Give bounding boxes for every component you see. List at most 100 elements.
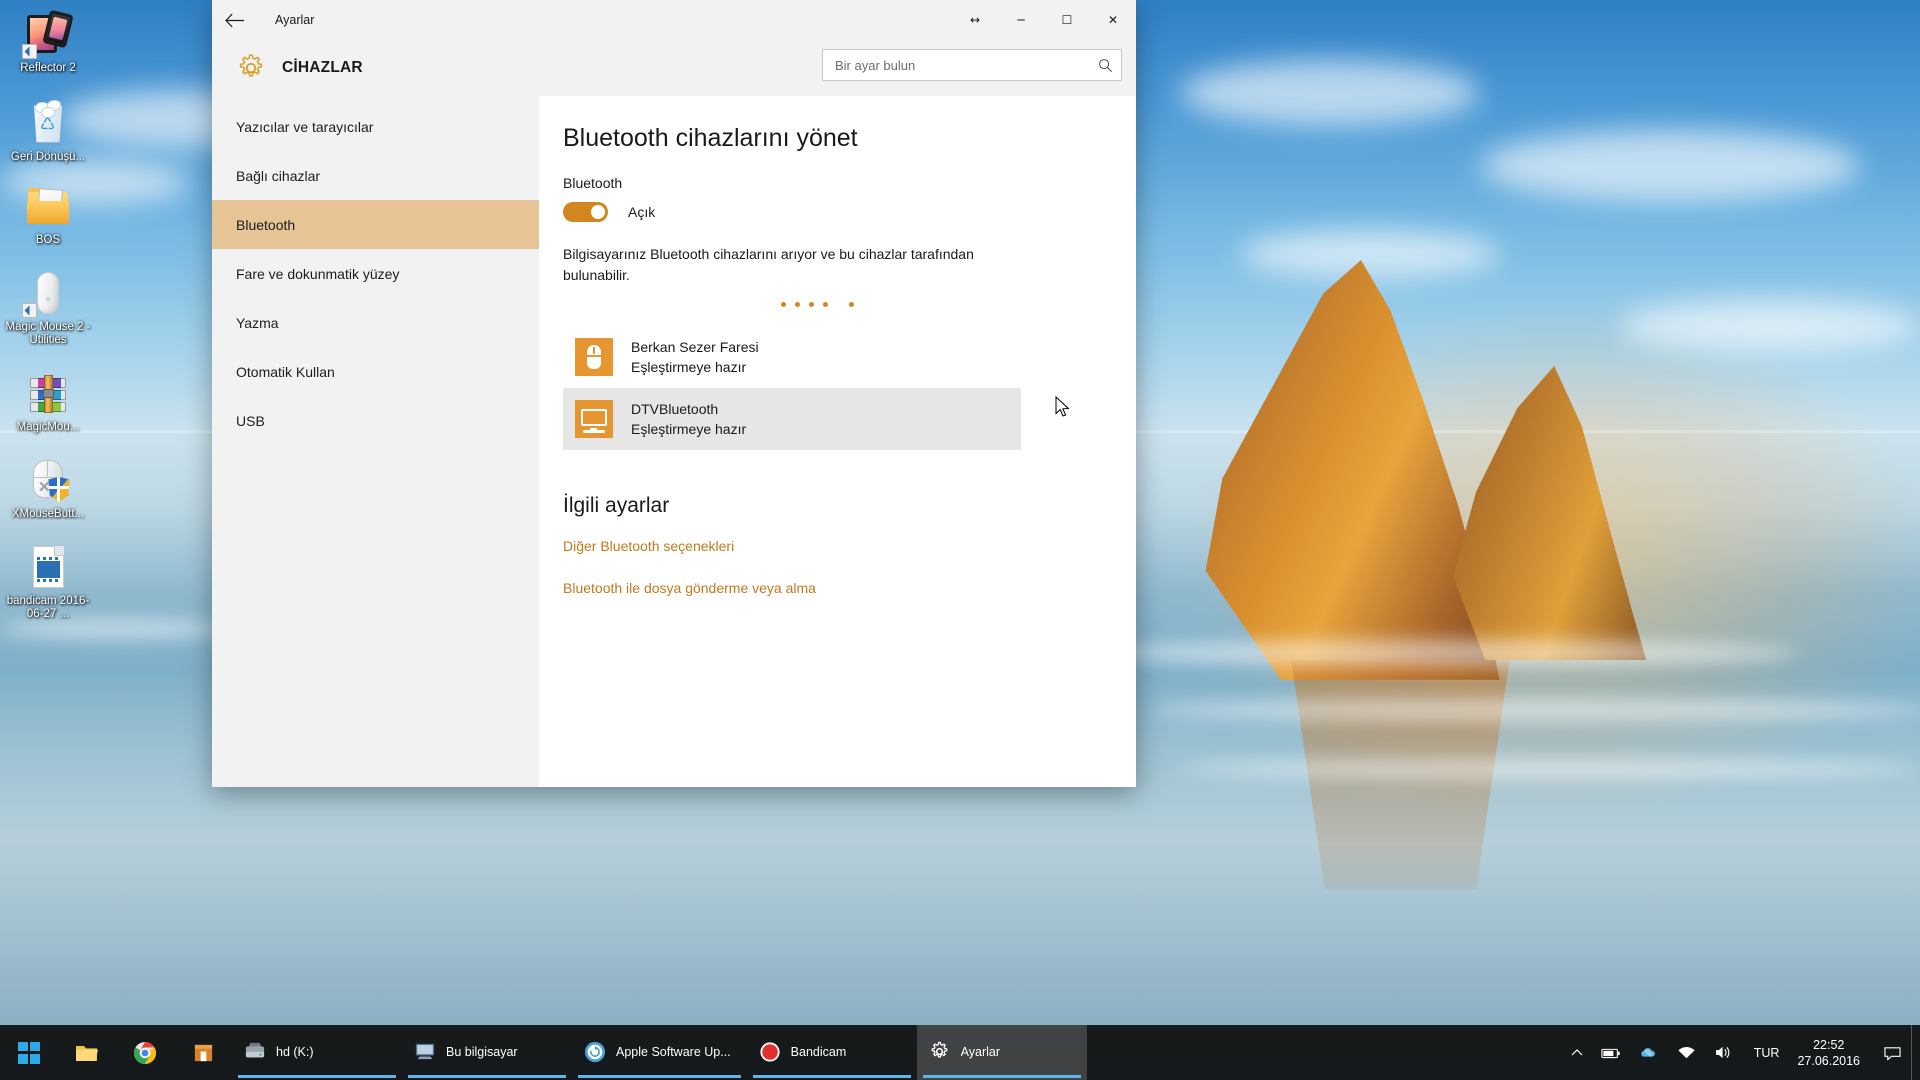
clock[interactable]: 22:52 27.06.2016	[1791, 1037, 1874, 1069]
search-input[interactable]	[823, 50, 1089, 80]
taskbar-task-settings[interactable]: Ayarlar	[916, 1025, 1087, 1080]
search-button[interactable]	[1089, 50, 1121, 80]
progress-dot	[809, 301, 814, 307]
cloud-decoration	[1480, 130, 1860, 202]
bluetooth-device-list: Berkan Sezer Faresi Eşleştirmeye hazır D…	[563, 326, 1021, 450]
file-explorer-icon	[76, 1045, 98, 1061]
bluetooth-description: Bilgisayarınız Bluetooth cihazlarını arı…	[563, 246, 974, 283]
device-text: DTVBluetooth Eşleştirmeye hazır	[631, 400, 746, 439]
sidebar-item-typing[interactable]: Yazma	[212, 298, 539, 347]
language-indicator[interactable]: TUR	[1742, 1046, 1792, 1060]
sidebar-item-bluetooth[interactable]: Bluetooth	[212, 200, 539, 249]
taskbar-task-apple-software-update[interactable]: Apple Software Up...	[572, 1025, 747, 1080]
sidebar-item-autoplay[interactable]: Otomatik Kullan	[212, 347, 539, 396]
desktop-icon-bandicam-recording[interactable]: bandicam 2016-06-27 ...	[0, 543, 96, 621]
sidebar-item-label: Bluetooth	[236, 216, 296, 233]
back-button[interactable]	[212, 0, 258, 40]
desktop-icon-reflector-2[interactable]: Reflector 2	[0, 9, 96, 75]
desktop-icon-magic-mouse-utilities[interactable]: Magic Mouse 2 - Utilities	[0, 269, 96, 347]
google-chrome-icon	[134, 1041, 156, 1064]
device-list-item[interactable]: DTVBluetooth Eşleştirmeye hazır	[563, 388, 1021, 450]
device-list-item[interactable]: Berkan Sezer Faresi Eşleştirmeye hazır	[563, 326, 1021, 388]
task-active-underline	[578, 1075, 741, 1078]
shortcut-arrow-icon	[22, 303, 37, 318]
device-text: Berkan Sezer Faresi Eşleştirmeye hazır	[631, 338, 759, 377]
settings-body: Yazıcılar ve tarayıcılar Bağlı cihazlar …	[212, 96, 1136, 787]
video-file-icon	[24, 543, 72, 591]
taskbar-task-label: Bu bilgisayar	[446, 1044, 518, 1059]
sidebar-item-label: Yazma	[236, 314, 279, 331]
onedrive-tray-icon-button[interactable]	[1630, 1025, 1668, 1080]
taskbar-google-chrome[interactable]	[116, 1025, 174, 1080]
store-icon	[194, 1044, 212, 1062]
volume-icon	[1715, 1046, 1730, 1059]
device-name: DTVBluetooth	[631, 400, 719, 417]
link-more-bluetooth-options[interactable]: Diğer Bluetooth seçenekleri	[563, 538, 1136, 554]
desktop-icon-xmousebutton[interactable]: ✕ XMouseButt...	[0, 456, 96, 521]
network-icon	[1678, 1046, 1695, 1058]
windows-logo-icon	[18, 1041, 40, 1064]
taskbar-task-hd-k[interactable]: hd (K:)	[232, 1025, 402, 1080]
desktop[interactable]: Reflector 2 ♺ Geri Dönüşü... BOS Magic M…	[0, 0, 1920, 1080]
device-status: Eşleştirmeye hazır	[631, 420, 747, 437]
caption-buttons: ↔ ─ ☐ ✕	[952, 0, 1136, 40]
chevron-up-icon	[1571, 1049, 1583, 1056]
sidebar-item-mouse-touchpad[interactable]: Fare ve dokunmatik yüzey	[212, 249, 539, 298]
show-hidden-icons-button[interactable]	[1562, 1025, 1592, 1080]
shortcut-arrow-icon	[22, 44, 37, 59]
start-button[interactable]	[0, 1025, 58, 1080]
sidebar-item-connected-devices[interactable]: Bağlı cihazlar	[212, 151, 539, 200]
minimize-button[interactable]: ─	[998, 0, 1044, 40]
taskbar-file-explorer[interactable]	[58, 1025, 116, 1080]
device-name: Berkan Sezer Faresi	[631, 338, 759, 355]
taskbar-task-bandicam[interactable]: Bandicam	[747, 1025, 917, 1080]
sidebar-item-usb[interactable]: USB	[212, 396, 539, 445]
settings-window[interactable]: Ayarlar ↔ ─ ☐ ✕ CİHAZLAR Bir ayar bulun …	[212, 0, 1136, 787]
desktop-icon-recycle-bin[interactable]: ♺ Geri Dönüşü...	[0, 99, 96, 164]
action-center-icon	[1884, 1046, 1901, 1061]
link-send-receive-files-bluetooth[interactable]: Bluetooth ile dosya gönderme veya alma	[563, 580, 1136, 596]
drive-icon	[244, 1041, 266, 1063]
volume-tray-icon-button[interactable]	[1705, 1025, 1742, 1080]
network-tray-icon-button[interactable]	[1668, 1025, 1705, 1080]
desktop-icon-grid: Reflector 2 ♺ Geri Dönüşü... BOS Magic M…	[0, 6, 96, 635]
battery-icon	[1601, 1048, 1620, 1058]
desktop-icon-bos[interactable]: BOS	[0, 182, 96, 247]
onedrive-icon	[1641, 1047, 1655, 1057]
cloud-decoration	[1240, 230, 1500, 278]
bluetooth-toggle[interactable]	[563, 202, 608, 222]
cloud-decoration	[1620, 300, 1920, 352]
desktop-icon-label: Reflector 2	[20, 62, 76, 74]
sidebar-item-label: Otomatik Kullan	[236, 363, 335, 380]
gear-icon	[239, 54, 263, 77]
show-desktop-button[interactable]	[1911, 1025, 1920, 1080]
action-center-button[interactable]	[1874, 1025, 1911, 1080]
taskbar-store[interactable]	[174, 1025, 232, 1080]
taskbar[interactable]: hd (K:) Bu bilgisayar Apple Software Up.…	[0, 1025, 1920, 1080]
battery-tray-icon-button[interactable]	[1592, 1025, 1630, 1080]
wave-foam	[1180, 760, 1920, 778]
clock-time: 22:52	[1813, 1037, 1845, 1052]
cloud-decoration	[1180, 60, 1480, 126]
desktop-icon-label: bandicam 2016-06-27 ...	[6, 595, 90, 620]
content-heading: Bluetooth cihazlarını yönet	[563, 124, 858, 152]
close-button[interactable]: ✕	[1090, 0, 1136, 40]
taskbar-task-label: Apple Software Up...	[616, 1044, 731, 1059]
sidebar-item-label: Yazıcılar ve tarayıcılar	[236, 118, 374, 135]
sidebar-item-label: Bağlı cihazlar	[236, 167, 321, 184]
taskbar-task-label: hd (K:)	[276, 1044, 314, 1059]
bluetooth-section-label: Bluetooth	[563, 175, 623, 191]
restore-down-button[interactable]: ↔	[952, 0, 998, 40]
sidebar-item-printers-scanners[interactable]: Yazıcılar ve tarayıcılar	[212, 102, 539, 151]
system-tray: TUR 22:52 27.06.2016	[1562, 1025, 1920, 1080]
desktop-icon-magicmouse-archive[interactable]: MagicMou...	[0, 369, 96, 434]
maximize-button[interactable]: ☐	[1044, 0, 1090, 40]
reflector-app-icon	[22, 9, 74, 59]
settings-gear-icon	[929, 1041, 951, 1063]
taskbar-task-this-pc[interactable]: Bu bilgisayar	[402, 1025, 572, 1080]
sidebar-item-label: USB	[236, 412, 265, 429]
desktop-icon-label: Geri Dönüşü...	[10, 151, 86, 163]
search-box[interactable]	[822, 49, 1122, 81]
sidebar-item-label: Fare ve dokunmatik yüzey	[236, 265, 400, 282]
window-titlebar[interactable]: Ayarlar ↔ ─ ☐ ✕	[212, 0, 1136, 40]
